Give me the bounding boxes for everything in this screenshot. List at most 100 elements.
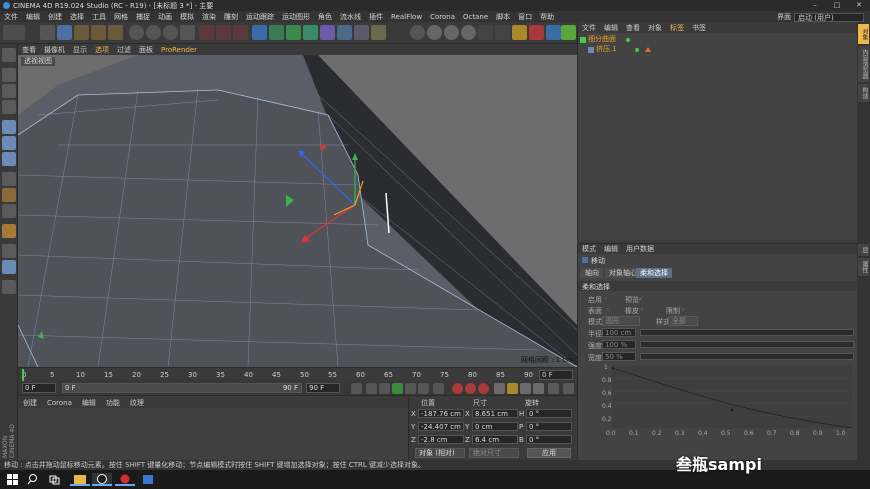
edges-icon[interactable] bbox=[2, 136, 16, 150]
minimize-icon[interactable]: – bbox=[804, 0, 826, 11]
make-editable-icon[interactable] bbox=[2, 48, 16, 62]
render-view-icon[interactable] bbox=[199, 25, 214, 40]
viewport-menu-filter[interactable]: 过滤 bbox=[113, 45, 135, 55]
next-frame-icon[interactable] bbox=[405, 383, 416, 394]
end-frame-field[interactable]: 90 F bbox=[306, 383, 340, 393]
scale-tool-icon[interactable] bbox=[74, 25, 89, 40]
phong-tag-icon[interactable] bbox=[644, 47, 651, 52]
style-dropdown[interactable]: 全部 bbox=[668, 316, 698, 326]
om-menu-tags[interactable]: 标签 bbox=[666, 23, 688, 33]
octane-material-icon[interactable] bbox=[561, 25, 576, 40]
x-axis-lock-icon[interactable] bbox=[129, 25, 144, 40]
octane-live-viewer-icon[interactable] bbox=[529, 25, 544, 40]
om-menu-bookmarks[interactable]: 书签 bbox=[688, 23, 710, 33]
arrow-down-icon[interactable] bbox=[2, 280, 16, 294]
menu-pipeline[interactable]: 流水线 bbox=[336, 12, 365, 22]
parameter-key-icon[interactable] bbox=[533, 383, 544, 394]
windows-start-icon[interactable] bbox=[6, 473, 19, 486]
viewport-menu-view[interactable]: 查看 bbox=[18, 45, 40, 55]
display-mode-icon[interactable] bbox=[410, 25, 425, 40]
record-icon[interactable] bbox=[452, 383, 463, 394]
enable-axis-icon[interactable] bbox=[495, 25, 510, 40]
menu-render[interactable]: 渲染 bbox=[198, 12, 220, 22]
points-icon[interactable] bbox=[2, 120, 16, 134]
render-settings-icon[interactable] bbox=[233, 25, 248, 40]
preview-checkbox[interactable]: ✓ bbox=[638, 295, 644, 303]
restrict-checkbox[interactable]: ◦ bbox=[681, 306, 685, 314]
go-to-end-icon[interactable] bbox=[433, 383, 444, 394]
material-menu-create[interactable]: 创建 bbox=[18, 398, 42, 408]
size-mode-dropdown[interactable]: 绝对尺寸 bbox=[469, 448, 519, 458]
falloff-curve-graph[interactable] bbox=[612, 366, 852, 428]
playhead[interactable] bbox=[22, 369, 24, 381]
z-axis-lock-icon[interactable] bbox=[163, 25, 178, 40]
menu-select[interactable]: 选择 bbox=[66, 12, 88, 22]
om-menu-view[interactable]: 查看 bbox=[622, 23, 644, 33]
radius-slider[interactable] bbox=[640, 329, 854, 336]
frame-range-slider[interactable]: 0 F 90 F bbox=[62, 383, 302, 393]
floor-icon[interactable] bbox=[337, 25, 352, 40]
subdivision-icon[interactable] bbox=[286, 25, 301, 40]
viewport-menu-panel[interactable]: 面板 bbox=[135, 45, 157, 55]
next-key-icon[interactable] bbox=[418, 383, 429, 394]
width-field[interactable]: 50 % bbox=[602, 352, 636, 361]
rotate-tool-icon[interactable] bbox=[91, 25, 106, 40]
camera-icon[interactable] bbox=[354, 25, 369, 40]
attr-menu-mode[interactable]: 模式 bbox=[578, 244, 600, 254]
menu-edit[interactable]: 编辑 bbox=[22, 12, 44, 22]
previous-frame-icon[interactable] bbox=[379, 383, 390, 394]
menu-character[interactable]: 角色 bbox=[314, 12, 336, 22]
apply-button[interactable]: 应用 bbox=[527, 448, 571, 458]
timeline-menu-icon[interactable] bbox=[563, 383, 574, 394]
menu-animate[interactable]: 动画 bbox=[154, 12, 176, 22]
polygons-mode-icon[interactable] bbox=[461, 25, 476, 40]
live-select-icon[interactable] bbox=[40, 25, 55, 40]
rubber-checkbox[interactable]: ◦ bbox=[640, 306, 644, 314]
surface-checkbox[interactable]: ◦ bbox=[606, 306, 610, 314]
viewport-menu-display[interactable]: 显示 bbox=[69, 45, 91, 55]
recorder-taskbar-icon[interactable] bbox=[115, 473, 135, 486]
menu-mesh[interactable]: 网格 bbox=[110, 12, 132, 22]
close-icon[interactable]: ✕ bbox=[848, 0, 870, 11]
om-menu-objects[interactable]: 对象 bbox=[644, 23, 666, 33]
menu-tools[interactable]: 工具 bbox=[88, 12, 110, 22]
visibility-icon[interactable] bbox=[626, 37, 630, 42]
material-menu-edit[interactable]: 编辑 bbox=[77, 398, 101, 408]
menu-script[interactable]: 脚本 bbox=[492, 12, 514, 22]
menu-motion-tracking[interactable]: 运动跟踪 bbox=[242, 12, 278, 22]
go-to-start-icon[interactable] bbox=[351, 383, 362, 394]
attr-tab-axis[interactable]: 轴向 bbox=[581, 268, 603, 278]
gear-icon[interactable] bbox=[478, 25, 493, 40]
texture-mode-icon[interactable] bbox=[2, 84, 16, 98]
side-tab-attributes[interactable]: 属性 bbox=[858, 258, 869, 276]
light-icon[interactable] bbox=[371, 25, 386, 40]
menu-help[interactable]: 帮助 bbox=[536, 12, 558, 22]
rot-h-field[interactable]: 0 ° bbox=[526, 409, 572, 418]
cube-icon[interactable] bbox=[252, 25, 267, 40]
undo-icon[interactable] bbox=[3, 25, 25, 40]
mograph-cloner-icon[interactable] bbox=[303, 25, 318, 40]
material-menu-texture[interactable]: 纹理 bbox=[125, 398, 149, 408]
object-row[interactable]: 挤压.1 bbox=[588, 45, 651, 54]
search-icon[interactable] bbox=[27, 473, 40, 486]
y-axis-lock-icon[interactable] bbox=[146, 25, 161, 40]
coordinate-mode-dropdown[interactable]: 对象 (相对) bbox=[415, 448, 465, 458]
enable-axis-left-icon[interactable] bbox=[2, 172, 16, 186]
rot-b-field[interactable]: 0 ° bbox=[526, 435, 572, 444]
attr-tab-soft-selection[interactable]: 柔和选择 bbox=[636, 268, 672, 278]
task-view-icon[interactable] bbox=[48, 473, 61, 486]
layout-dropdown[interactable]: 启动 (用户) bbox=[794, 12, 864, 22]
menu-plugins[interactable]: 插件 bbox=[365, 12, 387, 22]
attr-menu-edit[interactable]: 编辑 bbox=[600, 244, 622, 254]
recent-tool-icon[interactable] bbox=[108, 25, 123, 40]
menu-create[interactable]: 创建 bbox=[44, 12, 66, 22]
pen-spline-icon[interactable] bbox=[269, 25, 284, 40]
menu-corona[interactable]: Corona bbox=[426, 13, 459, 21]
object-manager[interactable]: 细分曲面 挤压.1 bbox=[577, 33, 857, 240]
strength-slider[interactable] bbox=[640, 341, 854, 348]
move-tool-icon[interactable] bbox=[57, 25, 72, 40]
mode-dropdown[interactable]: 圆形 bbox=[602, 316, 640, 326]
menu-snap[interactable]: 捕捉 bbox=[132, 12, 154, 22]
render-picture-viewer-icon[interactable] bbox=[216, 25, 231, 40]
file-explorer-icon[interactable] bbox=[70, 473, 90, 486]
